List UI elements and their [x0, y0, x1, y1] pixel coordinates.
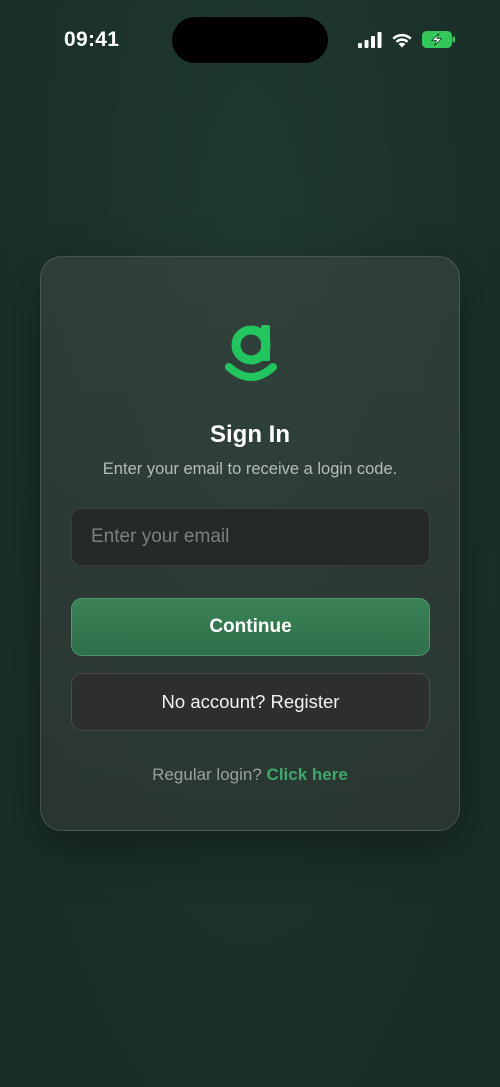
brand-g-logo: [225, 321, 277, 387]
status-time: 09:41: [64, 28, 120, 51]
regular-login-line: Regular login? Click here: [41, 765, 459, 785]
page-title: Sign In: [210, 421, 290, 448]
dynamic-island: [172, 17, 328, 63]
status-bar: 09:41: [0, 0, 500, 80]
cellular-signal-icon: [358, 31, 382, 48]
continue-button-label: Continue: [209, 616, 292, 637]
status-icons: [358, 31, 456, 48]
regular-login-link[interactable]: Click here: [267, 765, 348, 784]
regular-login-prefix: Regular login?: [152, 765, 262, 784]
continue-button[interactable]: Continue: [71, 598, 430, 656]
wifi-icon: [391, 32, 413, 48]
register-button[interactable]: No account? Register: [71, 673, 430, 731]
page-subtitle: Enter your email to receive a login code…: [102, 460, 398, 478]
register-button-label: No account? Register: [161, 691, 340, 712]
sign-in-card: Sign In Enter your email to receive a lo…: [40, 256, 460, 831]
email-input[interactable]: [71, 508, 430, 566]
battery-charging-icon: [422, 31, 456, 48]
